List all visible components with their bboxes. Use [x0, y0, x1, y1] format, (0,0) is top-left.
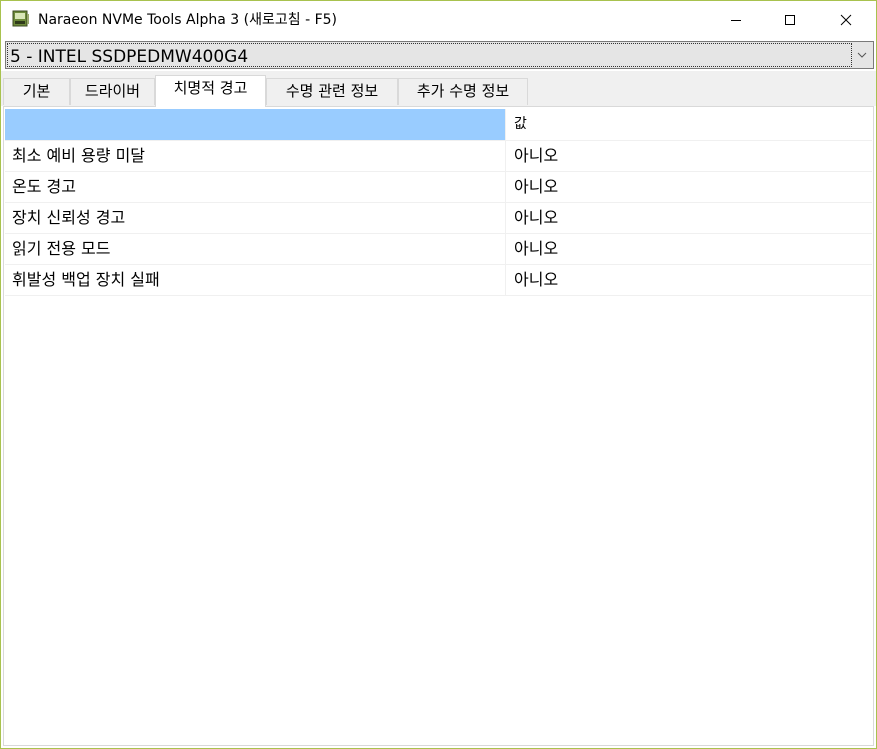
table-row[interactable]: 온도 경고 아니오: [5, 172, 872, 203]
grid-header: 값: [5, 109, 872, 141]
warning-grid[interactable]: 값 최소 예비 용량 미달 아니오 온도 경고 아니오 장치 신뢰성 경고 아니…: [5, 109, 872, 296]
cell-value: 아니오: [505, 203, 872, 233]
tab-label: 기본: [22, 82, 51, 100]
cell-name: 장치 신뢰성 경고: [12, 208, 126, 227]
tab-label: 치명적 경고: [173, 79, 248, 97]
cell-value: 아니오: [505, 234, 872, 264]
chevron-down-icon[interactable]: [853, 44, 871, 66]
close-button[interactable]: [823, 1, 869, 39]
table-row[interactable]: 읽기 전용 모드 아니오: [5, 234, 872, 265]
title-bar[interactable]: Naraeon NVMe Tools Alpha 3 (새로고침 - F5): [1, 1, 876, 39]
cell-name: 온도 경고: [12, 177, 76, 196]
cell-value: 아니오: [505, 172, 872, 202]
minimize-icon: [730, 11, 742, 30]
drive-app-icon: [12, 10, 30, 28]
drive-select-value: 5 - INTEL SSDPEDMW400G4: [10, 47, 249, 67]
minimize-button[interactable]: [713, 1, 759, 39]
tab-label: 수명 관련 정보: [285, 82, 379, 100]
close-icon: [840, 11, 852, 30]
cell-value: 아니오: [505, 141, 872, 171]
tab-lifetime-info[interactable]: 수명 관련 정보: [266, 78, 398, 105]
tab-extra-lifetime-info[interactable]: 추가 수명 정보: [398, 78, 528, 105]
table-row[interactable]: 휘발성 백업 장치 실패 아니오: [5, 265, 872, 296]
tab-label: 드라이버: [84, 82, 141, 100]
drive-select[interactable]: 5 - INTEL SSDPEDMW400G4: [5, 41, 874, 69]
maximize-icon: [784, 11, 796, 30]
cell-name: 읽기 전용 모드: [12, 239, 111, 258]
cell-value: 아니오: [505, 265, 872, 295]
window-title: Naraeon NVMe Tools Alpha 3 (새로고침 - F5): [38, 12, 337, 28]
tab-label: 추가 수명 정보: [416, 82, 510, 100]
drive-select-focus: 5 - INTEL SSDPEDMW400G4: [7, 43, 852, 67]
maximize-button[interactable]: [767, 1, 813, 39]
table-row[interactable]: 최소 예비 용량 미달 아니오: [5, 141, 872, 172]
cell-name: 휘발성 백업 장치 실패: [12, 270, 160, 289]
column-header-name[interactable]: [5, 109, 505, 140]
column-header-value[interactable]: 값: [505, 109, 872, 140]
tab-basic[interactable]: 기본: [3, 78, 70, 105]
tab-driver[interactable]: 드라이버: [70, 78, 155, 105]
tab-critical-warning[interactable]: 치명적 경고: [155, 75, 266, 107]
cell-name: 최소 예비 용량 미달: [12, 146, 146, 165]
app-window: Naraeon NVMe Tools Alpha 3 (새로고침 - F5) 5…: [0, 0, 877, 749]
table-row[interactable]: 장치 신뢰성 경고 아니오: [5, 203, 872, 234]
